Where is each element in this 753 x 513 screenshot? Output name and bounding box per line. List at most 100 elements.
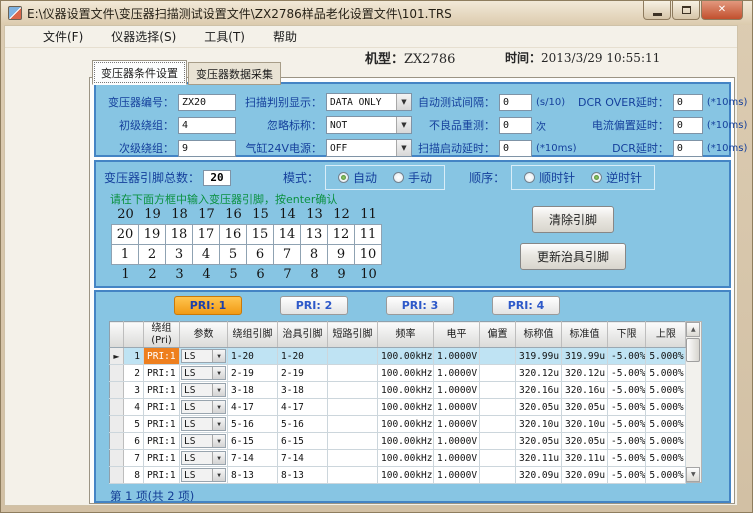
row-1-nominal[interactable]: 319.99u	[516, 348, 562, 365]
row-3-nominal[interactable]: 320.16u	[516, 382, 562, 399]
mode-radio-手动[interactable]: 手动	[393, 169, 432, 186]
row-4-fixture-pins[interactable]: 4-17	[278, 399, 328, 416]
row-2-nominal[interactable]: 320.12u	[516, 365, 562, 382]
row-4-level[interactable]: 1.0000V	[434, 399, 480, 416]
pin-top-input-20[interactable]: 20	[111, 224, 139, 245]
row-4-bias[interactable]	[480, 399, 516, 416]
row-3-standard[interactable]: 320.16u	[562, 382, 608, 399]
row-8-bias[interactable]	[480, 467, 516, 484]
row-3-short-pins[interactable]	[328, 382, 378, 399]
row-2-upper[interactable]: 5.000%	[646, 365, 686, 382]
row-1-lower[interactable]: -5.00%	[608, 348, 646, 365]
row-8-freq[interactable]: 100.00kHz	[378, 467, 434, 484]
row-6-lower[interactable]: -5.00%	[608, 433, 646, 450]
row-7-param-select[interactable]: LS▼	[181, 451, 226, 465]
row-5-upper[interactable]: 5.000%	[646, 416, 686, 433]
row-2-number[interactable]: 2	[124, 365, 144, 382]
order-radio-逆时针[interactable]: 逆时针	[591, 169, 642, 186]
row-3-freq[interactable]: 100.00kHz	[378, 382, 434, 399]
row-4-param-select[interactable]: LS▼	[181, 400, 226, 414]
row-8-number[interactable]: 8	[124, 467, 144, 484]
dcr-over-delay-input[interactable]	[673, 94, 703, 111]
row-1-standard[interactable]: 319.99u	[562, 348, 608, 365]
row-7-lower[interactable]: -5.00%	[608, 450, 646, 467]
row-2-winding-pins[interactable]: 2-19	[228, 365, 278, 382]
transformer-id-input[interactable]	[178, 94, 236, 111]
ignore-nominal-select[interactable]: NOT ▼	[326, 116, 412, 134]
clear-pins-button[interactable]: 清除引脚	[532, 206, 614, 233]
row-8-standard[interactable]: 320.09u	[562, 467, 608, 484]
row-6-level[interactable]: 1.0000V	[434, 433, 480, 450]
row-4-standard[interactable]: 320.05u	[562, 399, 608, 416]
row-5-bias[interactable]	[480, 416, 516, 433]
row-6-number[interactable]: 6	[124, 433, 144, 450]
row-3-upper[interactable]: 5.000%	[646, 382, 686, 399]
pin-bottom-input-6[interactable]: 6	[246, 244, 274, 265]
row-1-short-pins[interactable]	[328, 348, 378, 365]
row-5-param-select[interactable]: LS▼	[181, 417, 226, 431]
row-5-lower[interactable]: -5.00%	[608, 416, 646, 433]
row-8-winding[interactable]: PRI:1	[144, 467, 180, 484]
pin-bottom-input-9[interactable]: 9	[327, 244, 355, 265]
row-8-upper[interactable]: 5.000%	[646, 467, 686, 484]
menu-item-instrument-select[interactable]: 仪器选择(S)	[97, 26, 190, 47]
row-4-freq[interactable]: 100.00kHz	[378, 399, 434, 416]
row-4-lower[interactable]: -5.00%	[608, 399, 646, 416]
row-8-nominal[interactable]: 320.09u	[516, 467, 562, 484]
row-6-freq[interactable]: 100.00kHz	[378, 433, 434, 450]
scan-start-delay-input[interactable]	[499, 140, 532, 157]
table-vscroll[interactable]: ▲ ▼	[686, 321, 702, 483]
row-6-param-select[interactable]: LS▼	[181, 434, 226, 448]
row-6-bias[interactable]	[480, 433, 516, 450]
row-4-number[interactable]: 4	[124, 399, 144, 416]
pri-tab-3[interactable]: PRI: 3	[386, 296, 454, 315]
row-3-level[interactable]: 1.0000V	[434, 382, 480, 399]
pin-bottom-input-2[interactable]: 2	[138, 244, 166, 265]
row-7-level[interactable]: 1.0000V	[434, 450, 480, 467]
scroll-thumb[interactable]	[686, 338, 700, 362]
row-6-selector[interactable]	[110, 433, 124, 450]
row-7-winding-pins[interactable]: 7-14	[228, 450, 278, 467]
row-8-level[interactable]: 1.0000V	[434, 467, 480, 484]
secondary-winding-input[interactable]	[178, 140, 236, 157]
row-4-nominal[interactable]: 320.05u	[516, 399, 562, 416]
pin-bottom-input-10[interactable]: 10	[354, 244, 382, 265]
row-6-nominal[interactable]: 320.05u	[516, 433, 562, 450]
row-1-bias[interactable]	[480, 348, 516, 365]
row-1-freq[interactable]: 100.00kHz	[378, 348, 434, 365]
row-8-selector[interactable]	[110, 467, 124, 484]
row-2-fixture-pins[interactable]: 2-19	[278, 365, 328, 382]
row-7-upper[interactable]: 5.000%	[646, 450, 686, 467]
row-4-winding-pins[interactable]: 4-17	[228, 399, 278, 416]
pin-top-input-13[interactable]: 13	[300, 224, 328, 245]
pin-top-input-12[interactable]: 12	[327, 224, 355, 245]
row-6-upper[interactable]: 5.000%	[646, 433, 686, 450]
row-2-short-pins[interactable]	[328, 365, 378, 382]
row-4-short-pins[interactable]	[328, 399, 378, 416]
row-7-winding[interactable]: PRI:1	[144, 450, 180, 467]
row-1-param-select[interactable]: LS▼	[181, 349, 226, 363]
row-1-selector[interactable]: ►	[110, 348, 124, 365]
pri-tab-4[interactable]: PRI: 4	[492, 296, 560, 315]
row-5-freq[interactable]: 100.00kHz	[378, 416, 434, 433]
pin-bottom-input-4[interactable]: 4	[192, 244, 220, 265]
pin-bottom-input-5[interactable]: 5	[219, 244, 247, 265]
row-1-winding-pins[interactable]: 1-20	[228, 348, 278, 365]
row-2-bias[interactable]	[480, 365, 516, 382]
pin-bottom-input-7[interactable]: 7	[273, 244, 301, 265]
row-2-winding[interactable]: PRI:1	[144, 365, 180, 382]
row-5-number[interactable]: 5	[124, 416, 144, 433]
cylinder-power-select[interactable]: OFF ▼	[326, 139, 412, 157]
row-2-freq[interactable]: 100.00kHz	[378, 365, 434, 382]
tab-condition-settings[interactable]: 变压器条件设置	[92, 60, 187, 85]
mode-radio-自动[interactable]: 自动	[338, 169, 377, 186]
row-3-winding[interactable]: PRI:1	[144, 382, 180, 399]
row-2-lower[interactable]: -5.00%	[608, 365, 646, 382]
row-5-selector[interactable]	[110, 416, 124, 433]
row-3-selector[interactable]	[110, 382, 124, 399]
minimize-button[interactable]	[643, 1, 671, 20]
row-1-winding[interactable]: PRI:1	[144, 348, 180, 365]
scroll-up-icon[interactable]: ▲	[686, 322, 700, 337]
row-7-bias[interactable]	[480, 450, 516, 467]
order-radio-顺时针[interactable]: 顺时针	[524, 169, 575, 186]
